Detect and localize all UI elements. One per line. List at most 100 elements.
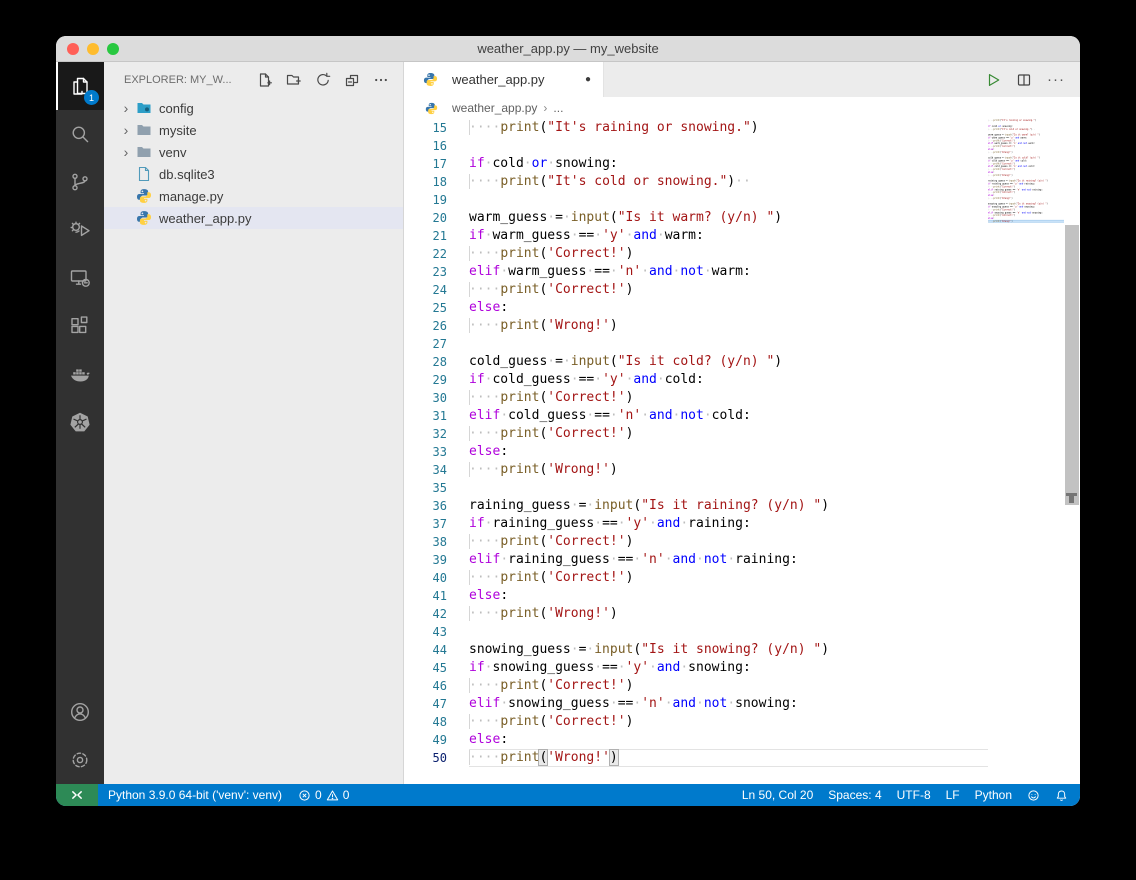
code-text[interactable]: else:	[469, 443, 988, 461]
line-number[interactable]: 24	[404, 281, 447, 299]
collapse-folders-button[interactable]	[344, 72, 360, 88]
line-number[interactable]: 40	[404, 569, 447, 587]
code-text[interactable]: if·snowing_guess·==·'y'·and·snowing:	[469, 659, 988, 677]
split-editor-button[interactable]	[1016, 72, 1032, 88]
python-interpreter[interactable]: Python 3.9.0 64-bit ('venv': venv)	[108, 788, 282, 802]
minimize-button[interactable]	[87, 43, 99, 55]
code-surface[interactable]: 15 ····print("It's raining or snowing.") 1…	[404, 119, 988, 784]
minimap[interactable]: ····print("It's raining or snowing.")if·…	[988, 119, 1064, 784]
breadcrumb[interactable]: weather_app.py › ...	[404, 97, 1080, 119]
code-text[interactable]: ····print('Correct!')	[469, 569, 988, 587]
remote-indicator[interactable]	[56, 784, 98, 806]
code-text[interactable]: ····print("It's raining or snowing.")	[469, 119, 988, 137]
more-actions-button[interactable]: ···	[1047, 71, 1065, 88]
line-number[interactable]: 48	[404, 713, 447, 731]
line-number[interactable]: 23	[404, 263, 447, 281]
breadcrumb-tail[interactable]: ...	[553, 101, 563, 115]
code-text[interactable]: ····print('Correct!')	[469, 713, 988, 731]
code-text[interactable]: ····print("It's cold or snowing.")··	[469, 173, 988, 191]
code-text[interactable]	[469, 335, 988, 353]
line-number[interactable]: 25	[404, 299, 447, 317]
activity-source-control[interactable]	[56, 158, 104, 206]
activity-extensions[interactable]	[56, 302, 104, 350]
status-encoding[interactable]: UTF-8	[897, 788, 931, 802]
code-text[interactable]: ····print('Correct!')	[469, 281, 988, 299]
modified-dot-icon[interactable]: ●	[585, 74, 591, 85]
code-text[interactable]: else:	[469, 299, 988, 317]
tree-item-manage.py[interactable]: manage.py	[104, 185, 403, 207]
line-number[interactable]: 46	[404, 677, 447, 695]
code-text[interactable]: if·cold_guess·==·'y'·and·cold:	[469, 371, 988, 389]
code-text[interactable]: snowing_guess·=·input("Is it snowing? (y…	[469, 641, 988, 659]
status-language-mode[interactable]: Python	[975, 788, 1012, 802]
code-text[interactable]: warm_guess·=·input("Is it warm? (y/n) ")	[469, 209, 988, 227]
tree-item-config[interactable]: ›config	[104, 97, 403, 119]
line-number[interactable]: 33	[404, 443, 447, 461]
line-number[interactable]: 32	[404, 425, 447, 443]
run-python-file-button[interactable]	[985, 72, 1001, 88]
feedback-button[interactable]	[1027, 789, 1040, 802]
problems-indicator[interactable]: 00	[298, 788, 349, 802]
close-button[interactable]	[67, 43, 79, 55]
code-text[interactable]: elif·warm_guess·==·'n'·and·not·warm:	[469, 263, 988, 281]
tab-weather_app.py[interactable]: weather_app.py●	[404, 62, 604, 97]
line-number[interactable]: 50	[404, 749, 447, 767]
zoom-button[interactable]	[107, 43, 119, 55]
code-text[interactable]: else:	[469, 587, 988, 605]
line-number[interactable]: 22	[404, 245, 447, 263]
line-number[interactable]: 44	[404, 641, 447, 659]
code-text[interactable]: cold_guess·=·input("Is it cold? (y/n) ")	[469, 353, 988, 371]
status-indentation[interactable]: Spaces: 4	[828, 788, 881, 802]
line-number[interactable]: 41	[404, 587, 447, 605]
line-number[interactable]: 34	[404, 461, 447, 479]
line-number[interactable]: 20	[404, 209, 447, 227]
code-text[interactable]	[469, 137, 988, 155]
line-number[interactable]: 28	[404, 353, 447, 371]
activity-docker[interactable]	[56, 350, 104, 398]
line-number[interactable]: 17	[404, 155, 447, 173]
code-text[interactable]: ····print('Wrong!')	[469, 605, 988, 623]
line-number[interactable]: 36	[404, 497, 447, 515]
code-text[interactable]: ····print('Correct!')	[469, 677, 988, 695]
code-text[interactable]: ····print('Wrong!')	[469, 317, 988, 335]
activity-settings[interactable]	[56, 736, 104, 784]
line-number[interactable]: 15	[404, 119, 447, 137]
line-number[interactable]: 16	[404, 137, 447, 155]
line-number[interactable]: 30	[404, 389, 447, 407]
line-number[interactable]: 27	[404, 335, 447, 353]
code-text[interactable]: ····print('Correct!')	[469, 533, 988, 551]
line-number[interactable]: 37	[404, 515, 447, 533]
title-bar[interactable]: weather_app.py — my_website	[56, 36, 1080, 62]
line-number[interactable]: 18	[404, 173, 447, 191]
line-number[interactable]: 29	[404, 371, 447, 389]
code-text[interactable]: ····print('Correct!')	[469, 389, 988, 407]
tree-item-weather_app.py[interactable]: weather_app.py	[104, 207, 403, 229]
activity-run-debug[interactable]	[56, 206, 104, 254]
tree-item-db.sqlite3[interactable]: db.sqlite3	[104, 163, 403, 185]
code-text[interactable]: if·warm_guess·==·'y'·and·warm:	[469, 227, 988, 245]
line-number[interactable]: 45	[404, 659, 447, 677]
line-number[interactable]: 26	[404, 317, 447, 335]
code-text[interactable]: raining_guess·=·input("Is it raining? (y…	[469, 497, 988, 515]
refresh-explorer-button[interactable]	[315, 72, 331, 88]
line-number[interactable]: 31	[404, 407, 447, 425]
status-eol[interactable]: LF	[946, 788, 960, 802]
code-text[interactable]: ····print('Wrong!')	[469, 461, 988, 479]
code-text[interactable]: elif·raining_guess·==·'n'·and·not·rainin…	[469, 551, 988, 569]
line-number[interactable]: 42	[404, 605, 447, 623]
line-number[interactable]: 21	[404, 227, 447, 245]
code-text[interactable]: elif·snowing_guess·==·'n'·and·not·snowin…	[469, 695, 988, 713]
notifications-button[interactable]	[1055, 789, 1068, 802]
code-text[interactable]	[469, 623, 988, 641]
code-text[interactable]: if·cold·or·snowing:	[469, 155, 988, 173]
code-text[interactable]: else:	[469, 731, 988, 749]
code-text[interactable]: if·raining_guess·==·'y'·and·raining:	[469, 515, 988, 533]
code-text[interactable]: ····print('Correct!')	[469, 245, 988, 263]
code-text[interactable]: ····print('Correct!')	[469, 425, 988, 443]
line-number[interactable]: 35	[404, 479, 447, 497]
scrollbar-thumb[interactable]	[1065, 225, 1079, 505]
activity-accounts[interactable]	[56, 688, 104, 736]
activity-remote-explorer[interactable]	[56, 254, 104, 302]
line-number[interactable]: 49	[404, 731, 447, 749]
activity-search[interactable]	[56, 110, 104, 158]
